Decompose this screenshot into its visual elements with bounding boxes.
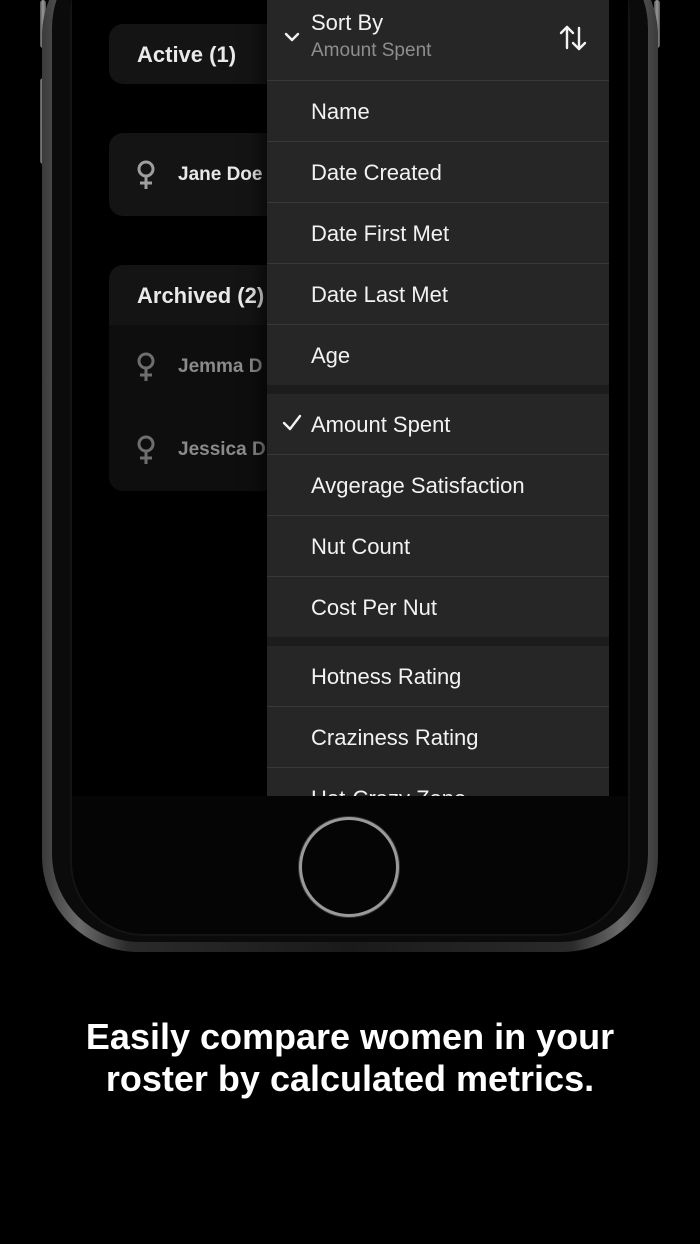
sort-option-label: Nut Count: [311, 534, 411, 559]
marketing-caption: Easily compare women in your roster by c…: [0, 1016, 700, 1100]
sort-option-average-satisfaction[interactable]: Avgerage Satisfaction: [267, 455, 609, 516]
sort-option-label: Avgerage Satisfaction: [311, 473, 525, 498]
sort-option-name[interactable]: Name: [267, 81, 609, 142]
menu-section-separator: [267, 637, 609, 646]
chevron-down-icon: [284, 32, 300, 42]
sort-current-value: Amount Spent: [311, 40, 432, 61]
sort-menu-title: Sort By: [311, 10, 384, 35]
active-group-title: Active (1): [137, 42, 237, 67]
sort-option-nut-count[interactable]: Nut Count: [267, 516, 609, 577]
sort-option-hot-crazy-zone[interactable]: Hot-Crazy Zone: [267, 768, 609, 796]
sort-option-label: Hot-Crazy Zone: [311, 786, 466, 796]
caption-line-2: roster by calculated metrics.: [105, 1058, 595, 1099]
sort-option-label: Name: [311, 99, 370, 124]
sort-menu-header[interactable]: Sort By Amount Spent: [267, 0, 609, 81]
sort-option-label: Cost Per Nut: [311, 595, 437, 620]
female-symbol-icon: [137, 435, 155, 464]
caption-line-1: Easily compare women in your: [85, 1016, 615, 1057]
home-button[interactable]: [302, 820, 396, 914]
sort-option-date-first-met[interactable]: Date First Met: [267, 203, 609, 264]
sort-option-date-last-met[interactable]: Date Last Met: [267, 264, 609, 325]
sort-option-label: Craziness Rating: [311, 725, 479, 750]
checkmark-icon: [282, 414, 302, 431]
sort-option-date-created[interactable]: Date Created: [267, 142, 609, 203]
sort-menu: Sort By Amount Spent Name Date Created D…: [267, 0, 609, 796]
sort-option-amount-spent[interactable]: Amount Spent: [267, 394, 609, 455]
sort-option-label: Date First Met: [311, 221, 450, 246]
app-store-screenshot: Active (1) Jane Doe Archived (2) Jemma D…: [0, 0, 700, 1244]
contact-name: Jane Doe: [178, 164, 263, 185]
sort-option-label: Hotness Rating: [311, 664, 462, 689]
sort-option-label: Age: [311, 343, 351, 368]
contact-name: Jemma D: [178, 356, 263, 377]
contact-name: Jessica D: [178, 439, 266, 460]
phone-screen: Active (1) Jane Doe Archived (2) Jemma D…: [72, 0, 628, 796]
sort-option-label: Amount Spent: [311, 412, 451, 437]
sort-option-label: Date Created: [311, 160, 442, 185]
sort-option-label: Date Last Met: [311, 282, 448, 307]
archived-group-title: Archived (2): [137, 283, 265, 308]
menu-section-separator: [267, 385, 609, 394]
sort-option-age[interactable]: Age: [267, 325, 609, 385]
sort-direction-icon[interactable]: [557, 22, 589, 54]
female-symbol-icon: [137, 160, 155, 189]
sort-option-craziness-rating[interactable]: Craziness Rating: [267, 707, 609, 768]
sort-option-hotness-rating[interactable]: Hotness Rating: [267, 646, 609, 707]
sort-option-cost-per-nut[interactable]: Cost Per Nut: [267, 577, 609, 637]
female-symbol-icon: [137, 352, 155, 381]
